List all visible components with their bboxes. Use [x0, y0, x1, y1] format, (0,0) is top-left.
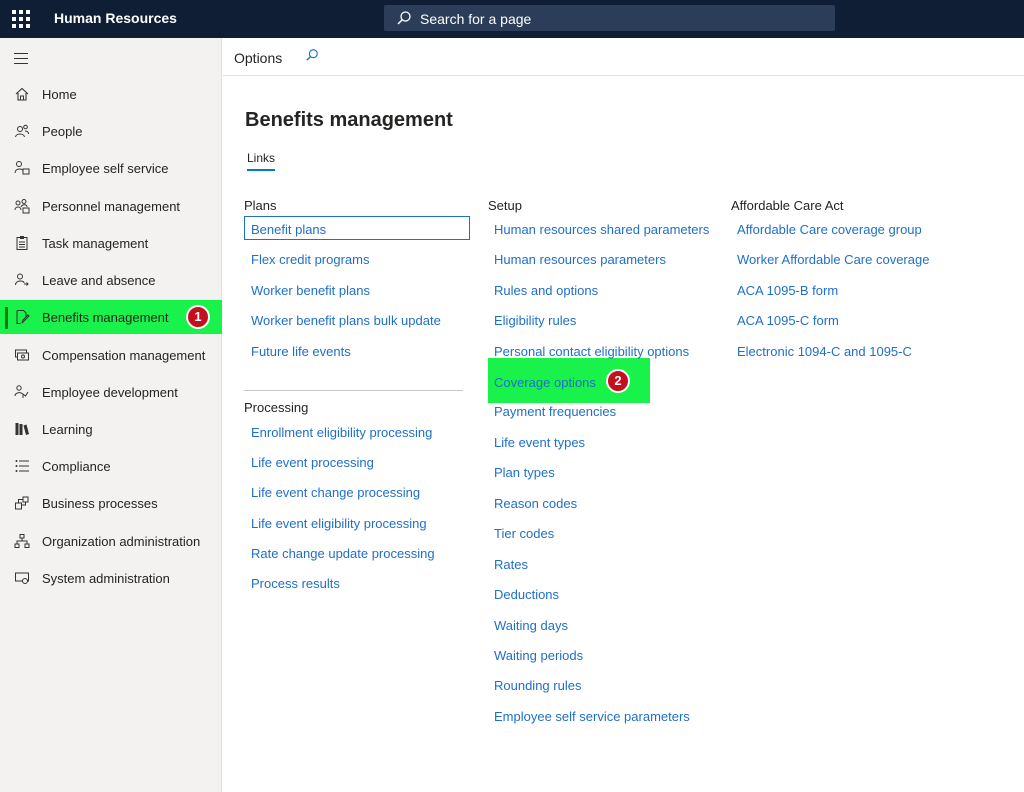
nav-label-learning: Learning [42, 422, 93, 437]
money-icon [15, 349, 29, 361]
annotation-badge-1: 1 [186, 305, 210, 329]
org-chart-icon [14, 534, 30, 548]
nav-item-task-management[interactable]: Task management [0, 226, 222, 260]
tab-links-underline [247, 169, 275, 171]
link-hr-parameters[interactable]: Human resources parameters [494, 252, 666, 267]
aca-header: Affordable Care Act [731, 198, 844, 213]
document-edit-icon [16, 310, 30, 324]
nav-item-business-processes[interactable]: Business processes [0, 486, 222, 520]
nav-label-task-management: Task management [42, 236, 149, 251]
options-button[interactable]: Options [234, 50, 282, 66]
nav-label-business-processes: Business processes [42, 496, 158, 511]
nav-item-home[interactable]: Home [0, 77, 222, 111]
link-hr-shared-parameters[interactable]: Human resources shared parameters [494, 222, 709, 237]
nav-item-organization-administration[interactable]: Organization administration [0, 524, 222, 558]
link-process-results[interactable]: Process results [251, 576, 340, 591]
link-payment-frequencies[interactable]: Payment frequencies [494, 404, 616, 419]
nav-item-leave-and-absence[interactable]: Leave and absence [0, 263, 222, 297]
person-self-service-icon [14, 161, 30, 175]
nav-label-leave-and-absence: Leave and absence [42, 273, 156, 288]
link-rounding-rules[interactable]: Rounding rules [494, 678, 581, 693]
link-benefit-plans[interactable]: Benefit plans [244, 216, 470, 240]
person-leave-icon [15, 273, 29, 286]
nav-item-employee-development[interactable]: Employee development [0, 375, 222, 409]
plans-header: Plans [244, 198, 277, 213]
link-electronic-1094c-1095c[interactable]: Electronic 1094-C and 1095-C [737, 344, 912, 359]
checklist-icon [15, 460, 29, 472]
link-worker-affordable-care-coverage[interactable]: Worker Affordable Care coverage [737, 252, 929, 267]
nav-item-personnel-management[interactable]: Personnel management [0, 189, 222, 223]
link-personal-contact-eligibility-options[interactable]: Personal contact eligibility options [494, 344, 689, 359]
link-employee-self-service-parameters[interactable]: Employee self service parameters [494, 709, 690, 724]
nav-item-benefits-management[interactable]: Benefits management 1 [0, 300, 222, 334]
nav-label-employee-development: Employee development [42, 385, 178, 400]
nav-item-people[interactable]: People [0, 114, 222, 148]
navigation-pane: Home People Employee self service Person… [0, 38, 222, 792]
link-coverage-options[interactable]: Coverage options [494, 375, 596, 390]
people-team-icon [14, 199, 30, 214]
nav-label-personnel-management: Personnel management [42, 199, 181, 214]
nav-label-system-administration: System administration [42, 571, 170, 586]
setup-header: Setup [488, 198, 522, 213]
hamburger-menu-icon[interactable] [14, 53, 28, 68]
nav-item-compliance[interactable]: Compliance [0, 449, 222, 483]
link-affordable-care-coverage-group[interactable]: Affordable Care coverage group [737, 222, 922, 237]
system-admin-icon [15, 572, 29, 584]
link-worker-benefit-plans[interactable]: Worker benefit plans [251, 283, 370, 298]
nav-item-compensation-management[interactable]: Compensation management [0, 338, 222, 372]
link-rate-change-update-processing[interactable]: Rate change update processing [251, 546, 435, 561]
link-aca-1095-b-form[interactable]: ACA 1095-B form [737, 283, 838, 298]
link-future-life-events[interactable]: Future life events [251, 344, 351, 359]
clipboard-icon [16, 236, 28, 250]
people-icon [15, 124, 29, 138]
link-rates[interactable]: Rates [494, 557, 528, 572]
nav-label-compensation-management: Compensation management [42, 348, 206, 363]
nav-item-system-administration[interactable]: System administration [0, 561, 222, 595]
process-icon [15, 496, 29, 510]
top-bar: Human Resources Search for a page [0, 0, 1024, 38]
nav-label-employee-self-service: Employee self service [42, 161, 169, 176]
search-icon[interactable] [305, 48, 319, 62]
nav-label-organization-administration: Organization administration [42, 534, 201, 549]
search-input[interactable]: Search for a page [384, 5, 835, 31]
processing-header: Processing [244, 400, 309, 415]
nav-item-employee-self-service[interactable]: Employee self service [0, 151, 222, 185]
nav-label-home: Home [42, 87, 77, 102]
link-flex-credit-programs[interactable]: Flex credit programs [251, 252, 369, 267]
link-life-event-eligibility-processing[interactable]: Life event eligibility processing [251, 516, 427, 531]
column-divider [244, 390, 463, 391]
active-indicator [5, 307, 8, 329]
person-development-icon [14, 385, 29, 398]
page-title: Benefits management [245, 109, 453, 131]
link-waiting-periods[interactable]: Waiting periods [494, 648, 583, 663]
books-icon [15, 423, 29, 435]
app-title[interactable]: Human Resources [54, 10, 177, 26]
link-reason-codes[interactable]: Reason codes [494, 496, 577, 511]
link-waiting-days[interactable]: Waiting days [494, 618, 568, 633]
nav-item-learning[interactable]: Learning [0, 412, 222, 446]
link-plan-types[interactable]: Plan types [494, 465, 555, 480]
search-placeholder: Search for a page [420, 11, 532, 27]
link-eligibility-rules[interactable]: Eligibility rules [494, 313, 576, 328]
link-tier-codes[interactable]: Tier codes [494, 526, 554, 541]
link-worker-benefit-plans-bulk-update[interactable]: Worker benefit plans bulk update [251, 313, 441, 328]
tab-links[interactable]: Links [247, 151, 275, 165]
link-enrollment-eligibility-processing[interactable]: Enrollment eligibility processing [251, 425, 432, 440]
link-deductions[interactable]: Deductions [494, 587, 559, 602]
action-pane: Options [223, 38, 1024, 76]
annotation-badge-2: 2 [606, 369, 630, 393]
link-life-event-types[interactable]: Life event types [494, 435, 585, 450]
link-life-event-change-processing[interactable]: Life event change processing [251, 485, 420, 500]
nav-label-people: People [42, 124, 83, 139]
link-aca-1095-c-form[interactable]: ACA 1095-C form [737, 313, 839, 328]
link-life-event-processing[interactable]: Life event processing [251, 455, 374, 470]
nav-label-compliance: Compliance [42, 459, 111, 474]
link-rules-and-options[interactable]: Rules and options [494, 283, 598, 298]
search-icon [397, 11, 411, 25]
home-icon [15, 87, 29, 101]
nav-label-benefits-management: Benefits management [42, 310, 169, 325]
app-launcher-icon[interactable] [12, 10, 30, 28]
